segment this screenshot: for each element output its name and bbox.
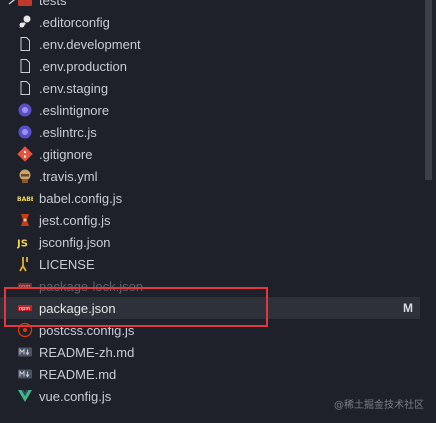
svg-text:JS: JS: [17, 239, 28, 250]
file-label: LICENSE: [39, 256, 95, 272]
eslint-icon: [17, 124, 33, 140]
file-label: jsconfig.json: [39, 234, 111, 250]
npm-icon: npm: [17, 278, 33, 294]
folder-label: tests: [39, 0, 67, 8]
file-row-package-json[interactable]: npm package.json M: [0, 297, 420, 319]
file-label: .eslintignore: [39, 102, 110, 118]
file-label: babel.config.js: [39, 190, 123, 206]
svg-text:BABEL: BABEL: [17, 196, 33, 203]
npm-icon: npm: [17, 300, 33, 316]
postcss-icon: [17, 322, 33, 338]
file-label: package-lock.json: [39, 278, 144, 294]
file-row-gitignore[interactable]: .gitignore: [0, 143, 420, 165]
file-row-readme[interactable]: README.md: [0, 363, 420, 385]
file-icon: [17, 80, 33, 96]
file-row-package-lock[interactable]: npm package-lock.json: [0, 275, 420, 297]
file-row-eslintrc[interactable]: .eslintrc.js: [0, 121, 420, 143]
file-label: README.md: [39, 366, 117, 382]
file-row-travis[interactable]: .travis.yml: [0, 165, 420, 187]
svg-text:npm: npm: [19, 306, 30, 312]
file-label: .eslintrc.js: [39, 124, 97, 140]
folder-row-tests[interactable]: tests: [0, 0, 420, 11]
file-label: .editorconfig: [39, 14, 110, 30]
editorconfig-icon: [17, 14, 33, 30]
file-row-readme-zh[interactable]: README-zh.md: [0, 341, 420, 363]
markdown-icon: [17, 366, 33, 382]
file-label: .env.development: [39, 36, 141, 52]
file-label: .env.staging: [39, 80, 109, 96]
file-label: postcss.config.js: [39, 322, 135, 338]
js-icon: JS: [17, 234, 33, 250]
tests-folder-icon: [17, 0, 33, 8]
vue-icon: [17, 388, 33, 404]
markdown-icon: [17, 344, 33, 360]
file-label: .gitignore: [39, 146, 93, 162]
jest-icon: [17, 212, 33, 228]
file-row-eslintignore[interactable]: .eslintignore: [0, 99, 420, 121]
scrollbar-thumb[interactable]: [425, 0, 432, 180]
file-row-babel[interactable]: BABEL babel.config.js: [0, 187, 420, 209]
file-label: .env.production: [39, 58, 127, 74]
file-icon: [17, 58, 33, 74]
file-row-postcss[interactable]: postcss.config.js: [0, 319, 420, 341]
file-row-license[interactable]: LICENSE: [0, 253, 420, 275]
babel-icon: BABEL: [17, 190, 33, 206]
file-row-jest[interactable]: jest.config.js: [0, 209, 420, 231]
file-label: package.json: [39, 300, 116, 316]
git-modified-badge: M: [403, 301, 413, 315]
file-label: .travis.yml: [39, 168, 98, 184]
eslint-icon: [17, 102, 33, 118]
git-icon: [17, 146, 33, 162]
travis-icon: [17, 168, 33, 184]
file-label: jest.config.js: [39, 212, 111, 228]
watermark: @稀土掘金技术社区: [334, 400, 424, 411]
file-row-env-production[interactable]: .env.production: [0, 55, 420, 77]
file-row-env-development[interactable]: .env.development: [0, 33, 420, 55]
svg-text:npm: npm: [19, 284, 30, 290]
file-label: vue.config.js: [39, 388, 112, 404]
file-label: README-zh.md: [39, 344, 135, 360]
file-icon: [17, 36, 33, 52]
file-row-jsconfig[interactable]: JS jsconfig.json: [0, 231, 420, 253]
license-icon: [17, 256, 33, 272]
file-row-env-staging[interactable]: .env.staging: [0, 77, 420, 99]
file-row-editorconfig[interactable]: .editorconfig: [0, 11, 420, 33]
